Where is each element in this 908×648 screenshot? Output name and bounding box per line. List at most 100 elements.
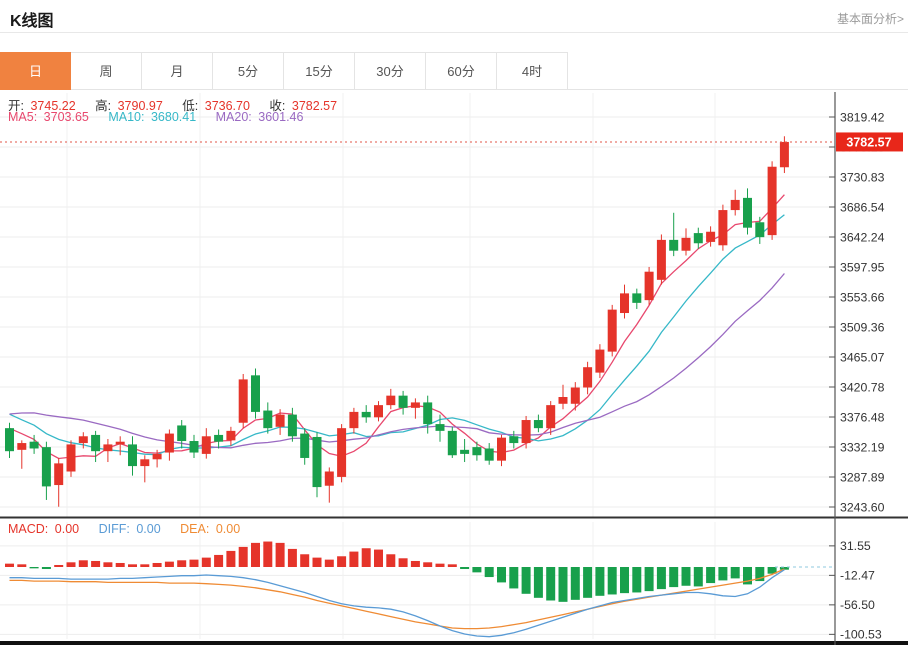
candle-body-down	[177, 425, 186, 441]
interval-tabbar: 日周月5分15分30分60分4时	[0, 52, 908, 90]
macd-bar-positive	[79, 560, 88, 567]
macd-bar-positive	[386, 554, 395, 567]
macd-bar-positive	[276, 543, 285, 567]
macd-bar-negative	[534, 567, 543, 598]
price-axis-label: 3597.95	[840, 260, 885, 274]
candle-body-down	[694, 233, 703, 243]
candle-body-down	[485, 448, 494, 460]
candle-body-up	[546, 405, 555, 428]
macd-bar-negative	[509, 567, 518, 588]
macd-bar-negative	[485, 567, 494, 577]
page-title: K线图	[10, 7, 54, 31]
candle-body-down	[42, 447, 51, 486]
macd-bar-negative	[608, 567, 617, 594]
tab-15分[interactable]: 15分	[284, 52, 355, 90]
candle-body-down	[288, 415, 297, 437]
macd-bar-positive	[116, 563, 125, 567]
macd-bar-positive	[423, 562, 432, 567]
candle-body-up	[276, 415, 285, 427]
candle-body-up	[226, 431, 235, 440]
candle-body-down	[423, 402, 432, 424]
bottom-time-axis-bar	[0, 641, 908, 645]
candle-body-down	[91, 435, 100, 451]
macd-bar-positive	[153, 563, 162, 567]
price-axis-label: 3420.78	[840, 380, 885, 394]
candle-body-up	[140, 459, 149, 466]
macd-bar-positive	[128, 564, 137, 567]
candle-body-down	[128, 444, 137, 466]
macd-bar-positive	[325, 560, 334, 567]
macd-bar-negative	[460, 567, 469, 569]
candle-body-up	[731, 200, 740, 210]
candle-body-up	[682, 238, 691, 251]
kline-chart-canvas[interactable]: 3819.423775.133730.833686.543642.243597.…	[0, 90, 908, 648]
candle-body-up	[657, 240, 666, 280]
macd-bar-positive	[251, 543, 260, 567]
tab-月[interactable]: 月	[142, 52, 213, 90]
macd-bar-positive	[313, 558, 322, 567]
candle-body-down	[5, 428, 14, 451]
candle-body-down	[632, 293, 641, 302]
fundamental-analysis-link[interactable]: 基本面分析>	[837, 10, 904, 27]
macd-bar-negative	[718, 567, 727, 580]
tab-30分[interactable]: 30分	[355, 52, 426, 90]
candle-body-down	[263, 411, 272, 429]
macd-bar-positive	[411, 561, 420, 567]
page-header: K线图 基本面分析>	[0, 0, 908, 33]
macd-bar-positive	[177, 560, 186, 567]
candle-body-up	[116, 442, 125, 445]
macd-bar-positive	[91, 561, 100, 567]
candle-body-up	[349, 412, 358, 428]
price-axis-label: 3287.89	[840, 470, 885, 484]
macd-bar-negative	[571, 567, 580, 600]
price-axis-label: 3243.60	[840, 500, 885, 514]
candle-body-up	[497, 438, 506, 461]
macd-bar-negative	[694, 567, 703, 586]
candle-body-down	[190, 441, 199, 453]
tab-5分[interactable]: 5分	[213, 52, 284, 90]
macd-axis-label: -56.50	[840, 598, 875, 612]
price-axis-label: 3465.07	[840, 350, 885, 364]
macd-bar-negative	[583, 567, 592, 598]
macd-bar-positive	[67, 562, 76, 567]
candle-body-down	[755, 222, 764, 237]
tab-日[interactable]: 日	[0, 52, 71, 90]
candle-body-down	[436, 424, 445, 431]
candle-body-down	[448, 431, 457, 455]
candle-body-up	[103, 444, 112, 451]
tab-60分[interactable]: 60分	[426, 52, 497, 90]
macd-bar-positive	[54, 565, 63, 567]
candle-body-up	[337, 428, 346, 477]
ma20-line	[10, 274, 785, 448]
macd-bar-negative	[546, 567, 555, 600]
tab-周[interactable]: 周	[71, 52, 142, 90]
macd-axis-label: -100.53	[840, 628, 882, 642]
macd-bar-positive	[103, 562, 112, 567]
candle-body-up	[768, 167, 777, 235]
candle-body-down	[300, 434, 309, 458]
macd-bar-positive	[362, 548, 371, 567]
macd-bar-negative	[497, 567, 506, 582]
macd-bar-negative	[632, 567, 641, 592]
candle-body-up	[620, 293, 629, 313]
macd-bar-positive	[202, 558, 211, 567]
macd-bar-negative	[731, 567, 740, 578]
macd-bar-negative	[682, 567, 691, 586]
candle-body-up	[411, 402, 420, 407]
macd-bar-positive	[226, 551, 235, 567]
candle-body-down	[743, 198, 752, 228]
macd-bar-positive	[17, 564, 26, 567]
candle-body-down	[214, 435, 223, 442]
macd-bar-negative	[620, 567, 629, 593]
candle-body-up	[202, 436, 211, 454]
kline-chart-area[interactable]: 3819.423775.133730.833686.543642.243597.…	[0, 90, 908, 648]
candle-body-up	[79, 436, 88, 443]
macd-bar-negative	[42, 567, 51, 569]
macd-bar-positive	[374, 550, 383, 567]
candle-body-up	[706, 232, 715, 242]
ma10-line	[10, 215, 785, 455]
macd-bar-positive	[5, 564, 14, 567]
macd-bar-positive	[288, 549, 297, 567]
macd-bar-positive	[239, 547, 248, 567]
tab-4时[interactable]: 4时	[497, 52, 568, 90]
